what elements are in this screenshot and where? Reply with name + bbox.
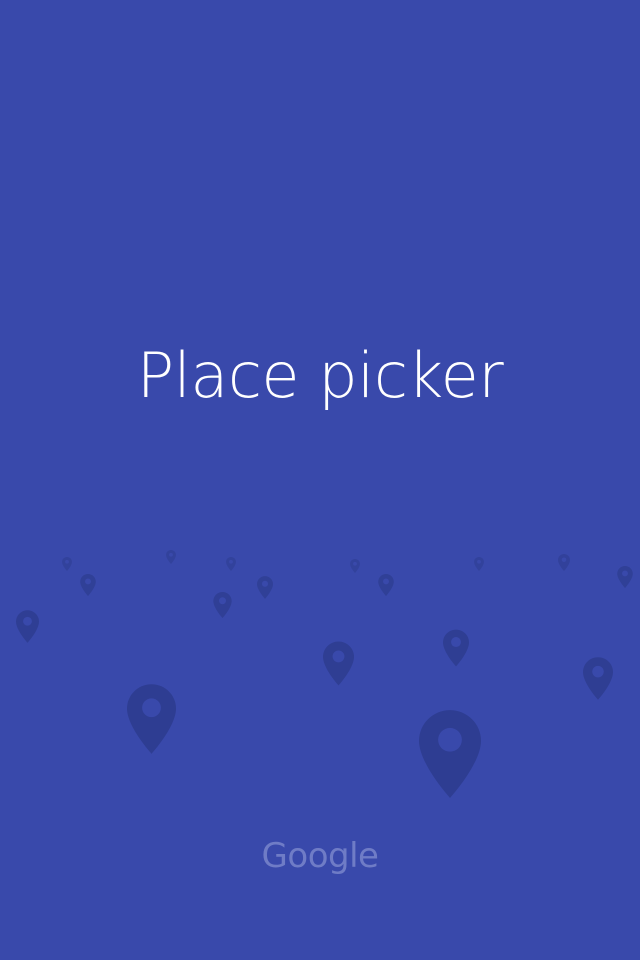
- google-logo: Google: [261, 836, 379, 876]
- map-pin-icon: [443, 629, 469, 667]
- map-pin-icon: [213, 592, 232, 618]
- map-pin-icon: [127, 684, 176, 754]
- map-pin-icon: [257, 576, 273, 599]
- map-pin-icon: [419, 709, 481, 799]
- map-pin-icon: [558, 554, 570, 571]
- splash-screen: Place picker Google: [0, 0, 640, 960]
- map-pin-icon: [378, 574, 394, 596]
- page-title: Place picker: [136, 339, 504, 412]
- map-pin-icon: [474, 557, 484, 571]
- map-pin-icon: [350, 559, 360, 573]
- map-pin-icon: [583, 657, 613, 700]
- map-pin-icon: [323, 641, 354, 686]
- map-pin-icon: [226, 557, 236, 571]
- map-pin-icon: [166, 550, 176, 564]
- map-pin-icon: [617, 566, 633, 588]
- map-pin-icon: [80, 574, 96, 596]
- pin-field: [0, 0, 640, 960]
- map-pin-icon: [16, 610, 39, 643]
- map-pin-icon: [62, 557, 72, 571]
